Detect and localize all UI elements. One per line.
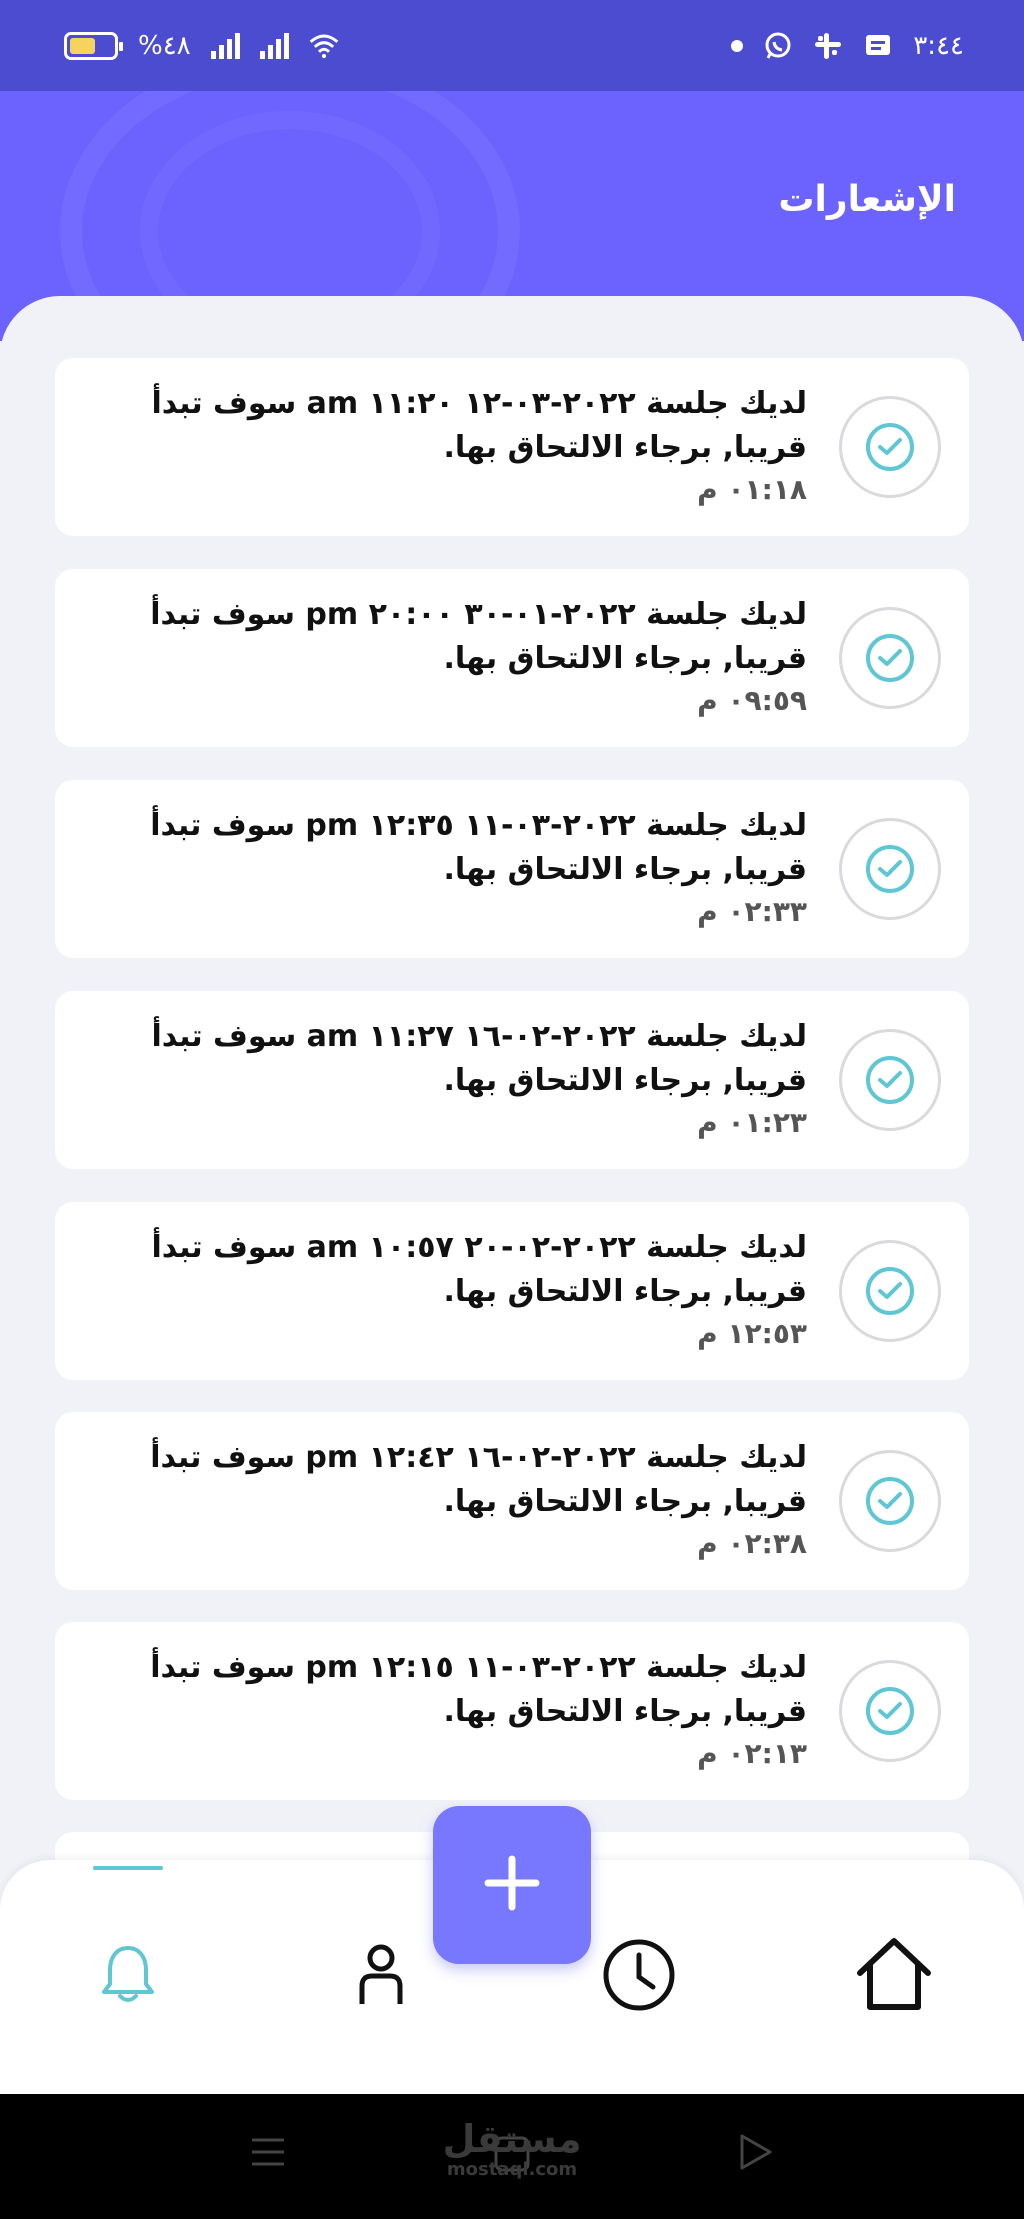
notification-message: لديك جلسة ٢٠٢٢-٠٣-١٢ ١١:٢٠ am سوف تبدأ ق… (151, 386, 807, 465)
message-icon (863, 31, 893, 61)
notification-message: لديك جلسة ٢٠٢٢-٠٢-٢٠ ١٠:٥٧ am سوف تبدأ ق… (151, 1230, 807, 1309)
dot-icon (731, 39, 744, 52)
system-nav-bar: مستقل mostaql.com (0, 2094, 1024, 2219)
signal-icon (259, 32, 289, 59)
notification-message: لديك جلسة ٢٠٢٢-٠٣-١١ ١٢:١٥ pm سوف تبدأ ق… (150, 1650, 807, 1729)
watermark-arabic: مستقل (442, 2117, 582, 2161)
active-tab-indicator (93, 1866, 163, 1870)
notification-card[interactable]: لديك جلسة ٢٠٢٢-٠٣-١١ ١٢:٣٥ pm سوف تبدأ ق… (55, 780, 969, 958)
notification-message: لديك جلسة ٢٠٢٢-٠٢-١٦ ١١:٢٧ am سوف تبدأ ق… (151, 1019, 807, 1098)
check-icon (839, 818, 941, 920)
notification-card[interactable]: لديك جلسة ٢٠٢٢-٠١-٣٠ ٢٠:٠٠ pm سوف تبدأ ق… (55, 569, 969, 747)
notification-card[interactable]: لديك جلسة ٢٠٢٢-٠٢-١٦ ١١:٢٧ am سوف تبدأ ق… (55, 991, 969, 1169)
notification-time: ١٢:٥٣ م (697, 1317, 807, 1350)
status-left: %٤٨ (64, 31, 339, 61)
check-icon (839, 396, 941, 498)
notification-time: ٠٢:١٣ م (697, 1737, 807, 1770)
slack-icon (813, 31, 843, 61)
menu-icon[interactable] (248, 2132, 288, 2176)
battery-icon (64, 31, 123, 60)
check-icon (839, 607, 941, 709)
status-bar: %٤٨ ٣:٤٤ (0, 0, 1024, 91)
notification-time: ٠٩:٥٩ م (697, 684, 807, 717)
status-time: ٣:٤٤ (913, 30, 964, 61)
status-right: ٣:٤٤ (731, 31, 964, 61)
plus-icon (484, 1855, 540, 1915)
notification-time: ٠٢:٣٣ م (697, 895, 807, 928)
clock-icon (601, 1937, 677, 2017)
add-button[interactable] (433, 1806, 591, 1964)
watermark-logo: مستقل mostaql.com (442, 2118, 582, 2180)
check-icon (839, 1240, 941, 1342)
nav-home-button[interactable] (849, 1932, 939, 2022)
notification-time: ٠١:٢٣ م (697, 1106, 807, 1139)
back-icon[interactable] (736, 2132, 776, 2176)
home-icon (854, 1937, 934, 2017)
notification-time: ٠٢:٣٨ م (697, 1527, 807, 1560)
wifi-icon (309, 31, 339, 61)
check-icon (839, 1660, 941, 1762)
battery-percent: %٤٨ (138, 30, 191, 61)
bell-icon (98, 1942, 158, 2012)
nav-history-button[interactable] (594, 1932, 684, 2022)
notification-message: لديك جلسة ٢٠٢٢-٠١-٣٠ ٢٠:٠٠ pm سوف تبدأ ق… (150, 597, 807, 676)
notification-card[interactable]: لديك جلسة ٢٠٢٢-٠٣-١٢ ١١:٢٠ am سوف تبدأ ق… (55, 358, 969, 536)
notification-card[interactable]: لديك جلسة ٢٠٢٢-٠٢-١٦ ١٢:٤٢ pm سوف تبدأ ق… (55, 1412, 969, 1590)
page-title: الإشعارات (778, 179, 956, 220)
notification-time: ٠١:١٨ م (697, 473, 807, 506)
check-icon (839, 1029, 941, 1131)
notification-card[interactable]: لديك جلسة ٢٠٢٢-٠٣-١١ ١٢:١٥ pm سوف تبدأ ق… (55, 1622, 969, 1800)
whatsapp-icon (763, 31, 793, 61)
signal-icon (210, 32, 240, 59)
notification-card[interactable]: لديك جلسة ٢٠٢٢-٠٢-٢٠ ١٠:٥٧ am سوف تبدأ ق… (55, 1202, 969, 1380)
notification-message: لديك جلسة ٢٠٢٢-٠٣-١١ ١٢:٣٥ pm سوف تبدأ ق… (150, 808, 807, 887)
profile-icon (356, 1942, 406, 2012)
check-icon (839, 1450, 941, 1552)
nav-notifications-button[interactable] (83, 1932, 173, 2022)
nav-profile-button[interactable] (336, 1932, 426, 2022)
notification-message: لديك جلسة ٢٠٢٢-٠٢-١٦ ١٢:٤٢ pm سوف تبدأ ق… (150, 1440, 807, 1519)
watermark-latin: mostaql.com (446, 2159, 578, 2180)
